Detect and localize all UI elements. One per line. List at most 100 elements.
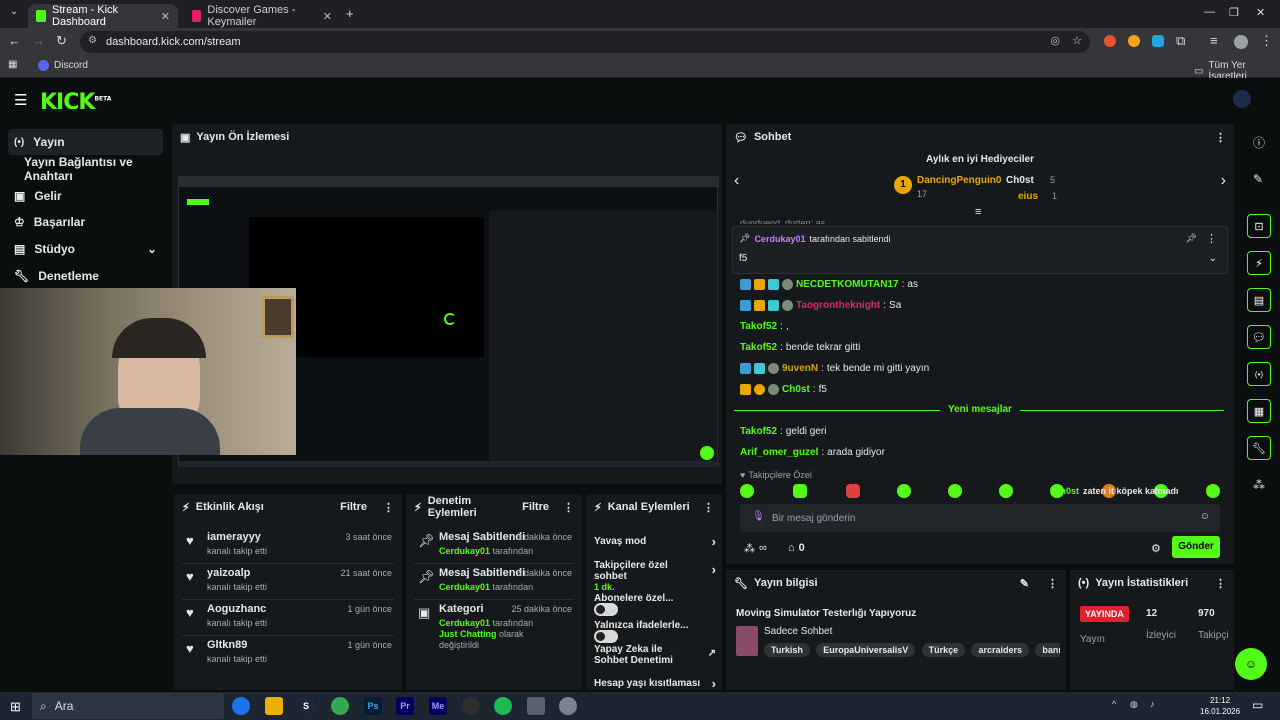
chat-settings-link[interactable]: ⁂ ∞	[744, 542, 767, 555]
tab-kick-dashboard[interactable]: Stream - Kick Dashboard ✕	[28, 4, 178, 28]
emote-icon[interactable]	[999, 484, 1013, 498]
gifter-name[interactable]: DancingPenguin0	[917, 175, 1001, 186]
ai-moderation-row[interactable]: Yapay Zeka ile Sohbet Denetimi ↗	[594, 644, 716, 666]
activity-item[interactable]: ♥ Gltkn89 kanalı takip etti 1 gün önce	[182, 636, 394, 672]
follower-only-row[interactable]: Takipçilere özel sohbet 1 dk. ›	[594, 560, 716, 592]
restore-icon[interactable]: ❐	[1229, 6, 1239, 19]
rail-store-button[interactable]: ▦	[1247, 399, 1271, 423]
minimize-icon[interactable]: —	[1204, 6, 1215, 18]
emote-icon[interactable]	[948, 484, 962, 498]
more-options-icon[interactable]: ⋮	[703, 501, 714, 514]
media-encoder-icon[interactable]: Me	[429, 697, 447, 715]
viewer-counter[interactable]: ⌂ 0	[788, 542, 805, 554]
chevron-down-icon[interactable]: ⌄	[1209, 253, 1217, 264]
emoji-icon[interactable]: ☺	[1200, 511, 1210, 522]
app-icon[interactable]	[527, 697, 545, 715]
sidebar-item-gelir[interactable]: ▣ Gelir	[8, 183, 163, 209]
app-icon[interactable]	[559, 697, 577, 715]
chrome-icon[interactable]	[331, 697, 349, 715]
spotify-icon[interactable]	[494, 697, 512, 715]
extension-icon[interactable]	[1104, 35, 1116, 47]
filter-button[interactable]: Filtre	[522, 501, 549, 513]
more-options-icon[interactable]: ⋮	[1215, 131, 1226, 144]
rail-clipboard-button[interactable]: ▤	[1247, 288, 1271, 312]
back-icon[interactable]: ←	[8, 33, 21, 48]
gifter-name[interactable]: Ch0st	[1006, 175, 1034, 186]
emote-icon[interactable]	[793, 484, 807, 498]
edge-icon[interactable]	[232, 697, 250, 715]
apps-grid-icon[interactable]: ▦	[8, 59, 17, 70]
unpin-icon[interactable]: 📌︎	[1186, 233, 1197, 244]
tag-chip[interactable]: arcraiders	[971, 643, 1029, 657]
premiere-icon[interactable]: Pr	[396, 697, 414, 715]
chat-message[interactable]: 9uvenN: tek bende mi gitti yayın	[740, 363, 929, 374]
tab-keymailer[interactable]: Discover Games - Keymailer ✕	[184, 4, 340, 28]
taskbar-clock[interactable]: 21:12 16.01.2026	[1200, 695, 1240, 717]
gifter-name[interactable]: eius	[1018, 191, 1038, 202]
reload-icon[interactable]: ↻	[56, 33, 67, 49]
more-options-icon[interactable]: ⋮	[563, 501, 574, 514]
chat-message-input[interactable]: 🎙︎ Bir mesaj gönderin ☺	[740, 504, 1220, 532]
chat-message[interactable]: Takof52: ,	[740, 321, 789, 332]
extension-icon[interactable]	[1128, 35, 1140, 47]
chat-message[interactable]: Ch0st: f5	[740, 384, 827, 395]
activity-item[interactable]: ♥ iamerayyy kanalı takip etti 3 saat önc…	[182, 528, 394, 564]
close-window-icon[interactable]: ✕	[1256, 6, 1265, 19]
bookmark-star-icon[interactable]: ☆	[1072, 34, 1082, 47]
rail-screen-button[interactable]: ⊡	[1247, 214, 1271, 238]
photoshop-icon[interactable]: Ps	[364, 697, 382, 715]
tab-list-icon[interactable]: ≡	[1210, 33, 1218, 48]
profile-avatar[interactable]	[1234, 35, 1248, 49]
chevron-left-icon[interactable]: ‹	[734, 172, 739, 190]
volume-icon[interactable]: ♪	[1150, 699, 1155, 709]
notification-icon[interactable]: ▭	[1252, 698, 1263, 712]
new-tab-icon[interactable]: +	[346, 6, 354, 21]
more-options-icon[interactable]: ⋮	[1206, 232, 1217, 245]
extensions-puzzle-icon[interactable]: ⧉	[1176, 33, 1185, 49]
emote-only-toggle[interactable]	[594, 630, 618, 643]
chat-message[interactable]: Takof52: geldi geri	[740, 426, 826, 437]
slow-mode-row[interactable]: Yavaş mod ›	[594, 534, 716, 549]
extension-icon[interactable]	[1152, 35, 1164, 47]
mod-action-item[interactable]: ▣ Kategori Cerdukay01 tarafından Just Ch…	[414, 600, 574, 650]
sidebar-item-denetleme[interactable]: 🔧︎ Denetleme	[8, 263, 163, 289]
tray-chevron-icon[interactable]: ^	[1112, 699, 1116, 709]
activity-item[interactable]: ♥ yaizoalp kanalı takip etti 21 saat önc…	[182, 564, 394, 600]
send-button[interactable]: Gönder	[1172, 536, 1220, 558]
mod-action-item[interactable]: 📌︎ Mesaj Sabitlendi Cerdukay01 tarafında…	[414, 564, 574, 600]
gear-icon[interactable]: ⚙	[1151, 542, 1161, 555]
tag-chip[interactable]: bannerlord	[1035, 643, 1060, 657]
url-field[interactable]: ⚙ dashboard.kick.com/stream ◎ ☆	[80, 31, 1090, 53]
users-icon[interactable]: ⁂	[1253, 478, 1265, 492]
category-name[interactable]: Sadece Sohbet	[764, 626, 832, 637]
rail-broadcast-button[interactable]: (•)	[1247, 362, 1271, 386]
windows-start-icon[interactable]: ⊞	[10, 699, 21, 715]
tag-chip[interactable]: Türkçe	[921, 643, 966, 657]
tab-search-chevron-icon[interactable]: ⌄	[6, 6, 22, 17]
sidebar-item-studyo[interactable]: ▤ Stüdyo ⌄	[8, 236, 163, 262]
browser-menu-icon[interactable]: ⋮	[1260, 33, 1273, 49]
more-options-icon[interactable]: ⋮	[1215, 577, 1226, 590]
help-chat-button[interactable]: ☺	[1235, 648, 1267, 680]
taskbar-search[interactable]: ⌕ Ara	[32, 693, 224, 719]
filter-button[interactable]: Filtre	[340, 501, 367, 513]
emote-icon[interactable]	[740, 484, 754, 498]
rail-lightning-button[interactable]: ⚡︎	[1247, 251, 1271, 275]
close-tab-icon[interactable]: ✕	[161, 10, 170, 23]
chat-collapse-icon[interactable]: ≡	[975, 206, 981, 218]
edit-pencil-icon[interactable]: ✎	[1020, 577, 1029, 590]
mod-action-item[interactable]: 📌︎ Mesaj Sabitlendi Cerdukay01 tarafında…	[414, 528, 574, 564]
subscriber-only-toggle[interactable]	[594, 603, 618, 616]
sidebar-item-basarilar[interactable]: ♔ Başarılar	[8, 209, 163, 235]
chat-message[interactable]: Takof52: bende tekrar gitti	[740, 342, 860, 353]
bookmark-discord[interactable]: Discord	[38, 60, 88, 71]
user-avatar[interactable]	[1233, 90, 1251, 108]
chevron-right-icon[interactable]: ›	[1221, 172, 1226, 190]
tag-chip[interactable]: EuropaUniversalisV	[816, 643, 916, 657]
tag-chip[interactable]: Turkish	[764, 643, 810, 657]
emote-icon[interactable]	[1206, 484, 1220, 498]
rail-chat-button[interactable]: 💬︎	[1247, 325, 1271, 349]
chat-message[interactable]: Arif_omer_guzel: arada gidiyor	[740, 447, 885, 458]
rail-wrench-button[interactable]: 🔧︎	[1247, 436, 1271, 460]
site-info-icon[interactable]: ⚙	[88, 35, 97, 46]
